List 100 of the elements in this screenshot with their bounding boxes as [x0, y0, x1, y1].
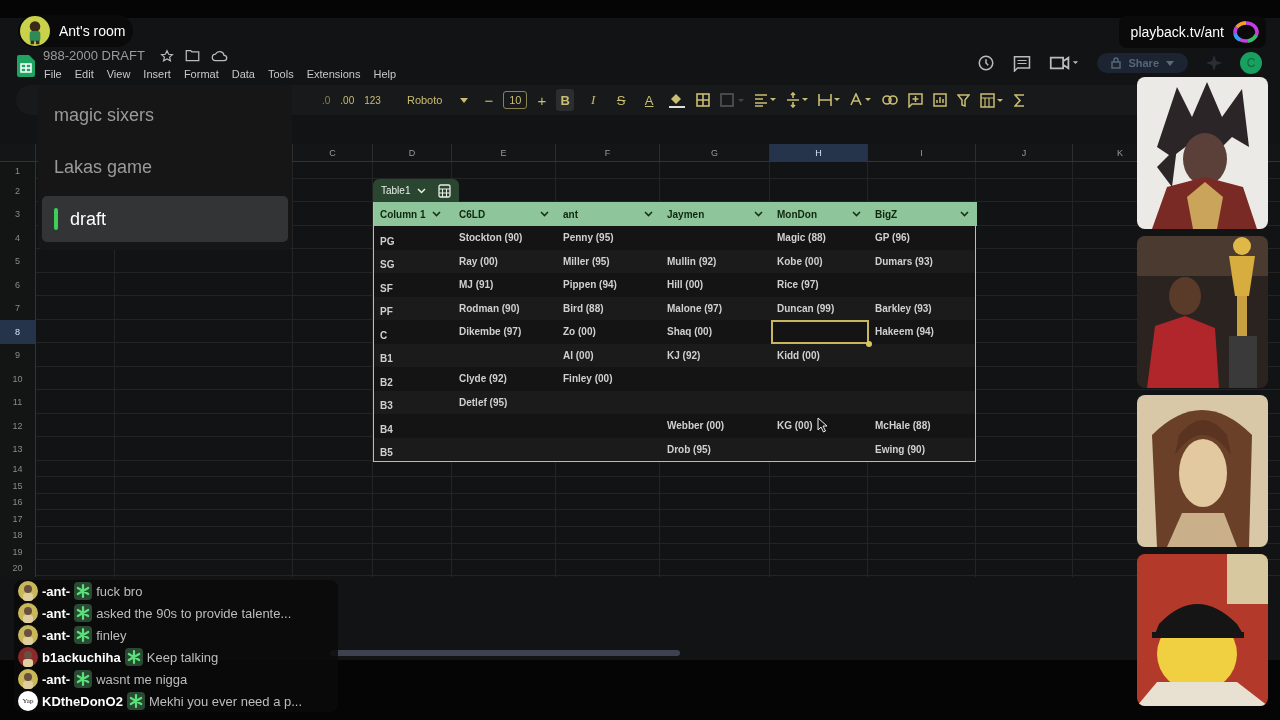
column-header[interactable]: MonDon [771, 202, 869, 226]
scene-item[interactable]: draft [42, 196, 288, 242]
row-number[interactable]: 8 [0, 320, 35, 344]
row-number[interactable]: 3 [0, 202, 35, 226]
column-header[interactable]: BigZ [869, 202, 977, 226]
history-icon[interactable] [977, 54, 996, 72]
font-dropdown[interactable]: Roboto [390, 94, 475, 106]
row-number[interactable]: 12 [0, 414, 35, 438]
username[interactable]: -ant- [42, 605, 71, 621]
menu-item[interactable]: View [106, 67, 131, 80]
column-header[interactable]: K [1073, 144, 1123, 161]
menu-item[interactable]: Format [183, 67, 219, 80]
row-number[interactable]: 9 [0, 343, 35, 367]
format-button[interactable]: S [612, 89, 631, 111]
star-icon[interactable] [159, 48, 174, 63]
row-number[interactable]: 19 [0, 543, 35, 560]
font-size-field[interactable]: 10 [503, 91, 528, 109]
table-cell: Detlef (95) [459, 396, 508, 408]
format-button[interactable]: A [640, 89, 659, 111]
format-button[interactable]: I [584, 89, 603, 111]
text-rotation-icon[interactable] [850, 93, 873, 107]
column-header[interactable]: J [976, 144, 1072, 161]
table-cell: Bird (88) [563, 302, 604, 314]
table-cell: Penny (95) [563, 232, 614, 244]
menu-item[interactable]: Help [373, 67, 397, 80]
decrease-decimal-button[interactable]: .0 [322, 94, 331, 106]
increase-font-size-button[interactable]: + [537, 91, 547, 109]
increase-decimal-button[interactable]: .00 [340, 94, 355, 106]
align-icon[interactable] [754, 93, 777, 107]
column-header[interactable]: H [770, 144, 867, 161]
vertical-align-icon[interactable] [786, 92, 809, 108]
merge-cells-icon[interactable] [720, 93, 745, 107]
badge-icon [126, 692, 145, 710]
menu-item[interactable]: Tools [267, 67, 294, 80]
sum-icon[interactable] [1014, 93, 1026, 107]
table-cell: Shaq (00) [667, 326, 712, 338]
table-cell: MJ (91) [459, 279, 494, 291]
borders-icon[interactable] [696, 93, 711, 107]
sheets-logo-icon[interactable] [17, 55, 35, 77]
row-number[interactable]: 13 [0, 437, 35, 461]
column-header[interactable]: D [373, 144, 451, 161]
menu-item[interactable]: Extensions [306, 67, 361, 80]
table-cell: Mullin (92) [667, 255, 717, 267]
column-header[interactable]: I [868, 144, 975, 161]
video-call-icon[interactable] [1049, 55, 1080, 71]
column-header[interactable]: C6LD [453, 202, 557, 226]
comment-icon[interactable] [1013, 54, 1032, 72]
table-name-button[interactable]: Table1 [381, 185, 427, 196]
row-number[interactable]: 5 [0, 249, 35, 273]
menu-item[interactable]: Data [231, 67, 255, 80]
calculator-icon[interactable] [438, 183, 452, 198]
table-cell: KJ (92) [667, 349, 701, 361]
column-header[interactable]: F [556, 144, 659, 161]
caret-icon [644, 211, 653, 217]
menu-item[interactable]: File [44, 67, 62, 80]
row-number[interactable]: 10 [0, 367, 35, 391]
row-number[interactable]: 2 [0, 179, 35, 202]
number-format-button[interactable]: 123 [364, 94, 381, 106]
row-number[interactable]: 6 [0, 273, 35, 297]
column-header[interactable]: Column 1 [374, 202, 453, 226]
fill-handle[interactable] [866, 340, 872, 347]
column-header[interactable]: E [452, 144, 555, 161]
column-header[interactable]: C [293, 144, 372, 161]
format-button[interactable]: B [556, 89, 575, 111]
row-number[interactable]: 14 [0, 461, 35, 478]
menu-item[interactable]: Edit [74, 67, 94, 80]
fill-color-icon[interactable] [668, 91, 687, 109]
menu-item[interactable]: Insert [143, 67, 171, 80]
scene-item[interactable]: magic sixers [42, 93, 288, 139]
username[interactable]: b1ackuchiha [42, 649, 121, 665]
row-number[interactable]: 15 [0, 477, 35, 494]
table-cell: Magic (88) [777, 232, 826, 244]
folder-icon[interactable] [184, 49, 200, 62]
cloud-icon[interactable] [210, 49, 228, 62]
text-wrap-icon[interactable] [818, 93, 841, 107]
column-header[interactable]: ant [557, 202, 661, 226]
column-header[interactable]: G [660, 144, 769, 161]
add-comment-icon[interactable] [908, 92, 924, 108]
row-number[interactable]: 17 [0, 510, 35, 527]
username[interactable]: -ant- [42, 627, 71, 643]
row-number[interactable]: 1 [0, 162, 35, 179]
caret-icon [540, 211, 549, 217]
filter-icon[interactable] [957, 93, 971, 107]
row-number[interactable]: 18 [0, 527, 35, 544]
row-number[interactable]: 4 [0, 226, 35, 250]
scene-item[interactable]: Lakas game [42, 144, 288, 191]
chart-icon[interactable] [933, 93, 948, 107]
row-number[interactable]: 11 [0, 390, 35, 414]
username[interactable]: -ant- [42, 583, 71, 599]
selected-cell[interactable] [771, 320, 869, 344]
row-number[interactable]: 20 [0, 560, 35, 577]
document-title[interactable]: 988-2000 DRAFT [43, 48, 145, 63]
username[interactable]: -ant- [42, 671, 71, 687]
link-icon[interactable] [882, 95, 899, 105]
username[interactable]: KDtheDonO2 [42, 693, 123, 709]
row-number[interactable]: 7 [0, 296, 35, 320]
decrease-font-size-button[interactable]: − [484, 91, 494, 109]
column-header[interactable]: Jaymen [661, 202, 771, 226]
row-number[interactable]: 16 [0, 494, 35, 511]
table-view-icon[interactable] [980, 92, 1005, 108]
